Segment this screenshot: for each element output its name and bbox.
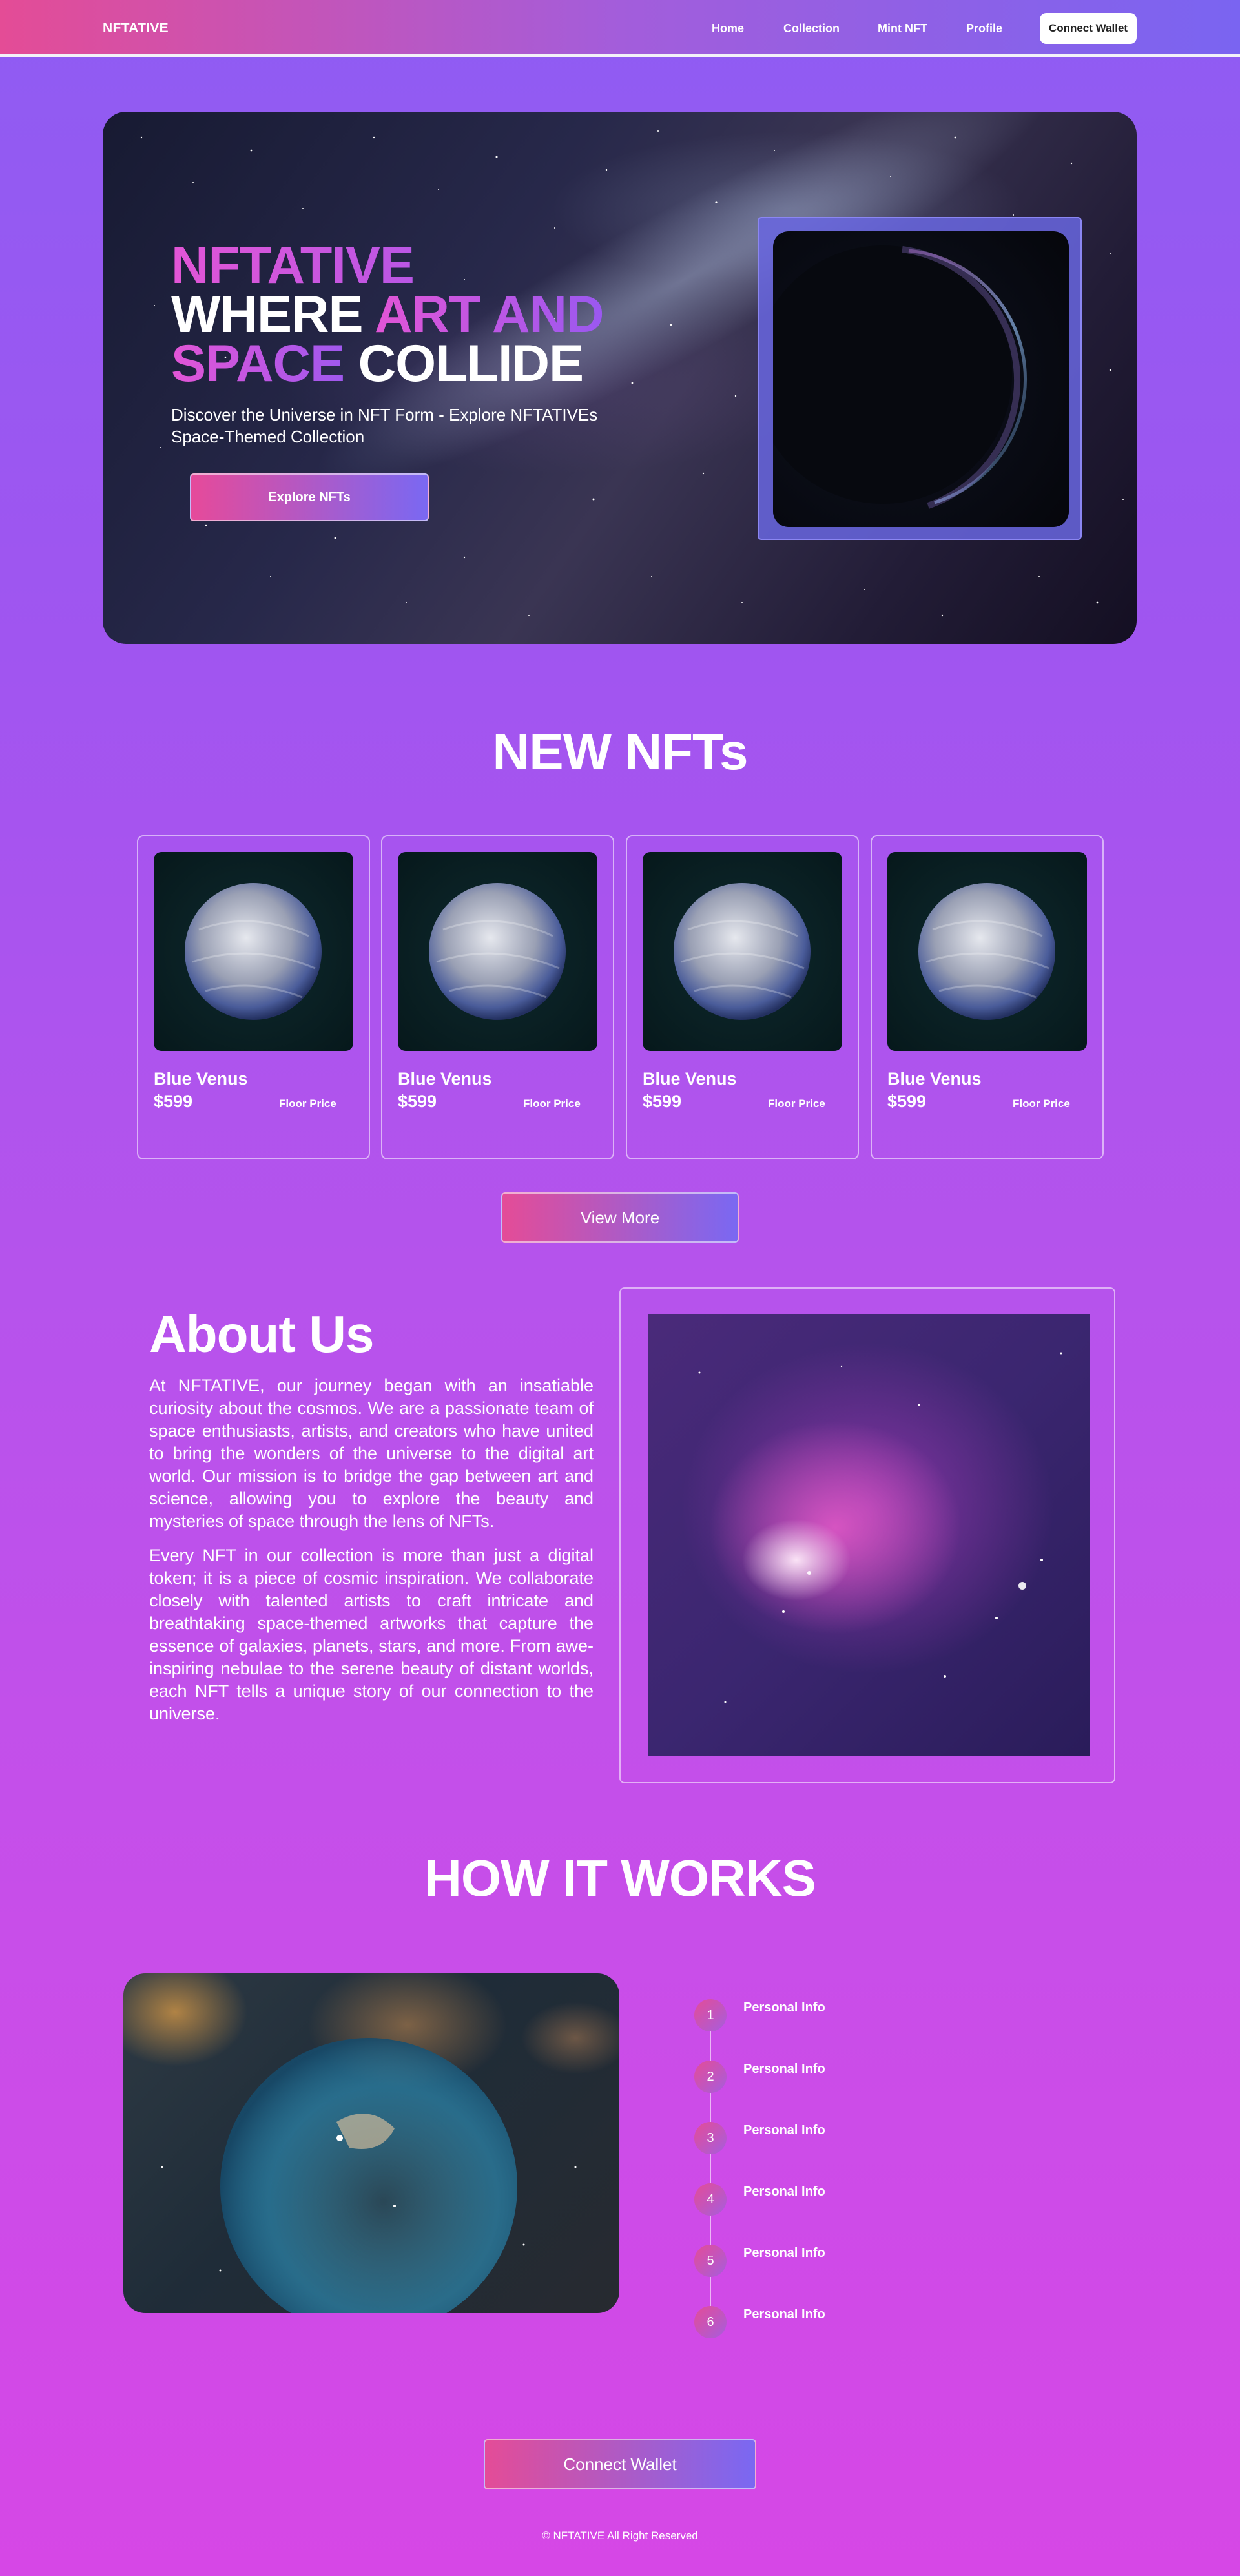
- how-it-works-title: HOW IT WORKS: [424, 1849, 816, 1907]
- hero-subtitle: Discover the Universe in NFT Form - Expl…: [171, 405, 598, 446]
- nav-link-profile[interactable]: Profile: [966, 22, 1002, 36]
- hero-title-space: SPACE: [171, 335, 358, 393]
- nft-card-price: $599: [398, 1092, 437, 1111]
- nft-card-name: Blue Venus: [887, 1069, 982, 1088]
- step-label: Personal Info: [743, 2123, 825, 2137]
- about-paragraph-2: Every NFT in our collection is more than…: [149, 1546, 594, 1723]
- nft-card[interactable]: Blue Venus $599 Floor Price: [137, 835, 370, 1159]
- hero-headline: NFTATIVE WHERE ART AND SPACE COLLIDE: [171, 240, 604, 390]
- view-more-button[interactable]: View More: [501, 1192, 739, 1243]
- nebula-image: [648, 1314, 1090, 1756]
- bubble-nebula-image: [123, 1973, 619, 2313]
- hero-banner: NFTATIVE WHERE ART AND SPACE COLLIDE Dis…: [103, 112, 1137, 644]
- step-number-badge: 2: [694, 2061, 727, 2093]
- step-label: Personal Info: [743, 2307, 825, 2322]
- step-label: Personal Info: [743, 2062, 825, 2076]
- step-label: Personal Info: [743, 2000, 825, 2015]
- step-number-badge: 6: [694, 2306, 727, 2338]
- hero-planet-image: [773, 231, 1069, 527]
- step-number-badge: 4: [694, 2183, 727, 2216]
- hero-title-collide: COLLIDE: [358, 335, 584, 393]
- about-paragraph-1: At NFTATIVE, our journey began with an i…: [149, 1376, 594, 1531]
- step-label: Personal Info: [743, 2246, 825, 2260]
- nft-card-floor-label: Floor Price: [279, 1097, 336, 1110]
- explore-nfts-button[interactable]: Explore NFTs: [190, 473, 429, 521]
- footer-copyright: © NFTATIVE All Right Reserved: [542, 2529, 698, 2542]
- nft-card-floor-label: Floor Price: [768, 1097, 825, 1110]
- top-navbar: NFTATIVE Home Collection Mint NFT Profil…: [0, 0, 1240, 57]
- hero-image-frame: [758, 217, 1082, 540]
- about-image-frame: [619, 1287, 1115, 1783]
- nav-link-mint-nft[interactable]: Mint NFT: [878, 22, 927, 36]
- step-number-badge: 1: [694, 1999, 727, 2031]
- nft-card-name: Blue Venus: [643, 1069, 737, 1088]
- nav-link-collection[interactable]: Collection: [783, 22, 840, 36]
- hero-title-line-2: WHERE ART AND: [171, 289, 604, 341]
- about-title: About Us: [149, 1305, 375, 1363]
- nft-card[interactable]: Blue Venus $599 Floor Price: [626, 835, 859, 1159]
- nft-card-name: Blue Venus: [398, 1069, 492, 1088]
- nft-card-floor-label: Floor Price: [1013, 1097, 1070, 1110]
- brand-logo[interactable]: NFTATIVE: [103, 21, 169, 36]
- nft-card-floor-label: Floor Price: [523, 1097, 581, 1110]
- nav-link-home[interactable]: Home: [712, 22, 744, 36]
- nft-card-name: Blue Venus: [154, 1069, 248, 1088]
- nft-card[interactable]: Blue Venus $599 Floor Price: [871, 835, 1104, 1159]
- nft-card-image: [154, 852, 353, 1051]
- hero-title-line-3: SPACE COLLIDE: [171, 338, 603, 390]
- hero-title-brand: NFTATIVE: [171, 240, 603, 292]
- nav-connect-wallet-button[interactable]: Connect Wallet: [1040, 13, 1137, 44]
- connect-wallet-button[interactable]: Connect Wallet: [484, 2439, 756, 2489]
- nft-card-image: [887, 852, 1087, 1051]
- nft-card-image: [643, 852, 842, 1051]
- step-label: Personal Info: [743, 2185, 825, 2199]
- nft-card-price: $599: [887, 1092, 927, 1111]
- nft-card-price: $599: [643, 1092, 682, 1111]
- nft-card-image: [398, 852, 597, 1051]
- nft-card[interactable]: Blue Venus $599 Floor Price: [381, 835, 614, 1159]
- new-nfts-title: NEW NFTs: [492, 723, 749, 780]
- step-number-badge: 3: [694, 2122, 727, 2154]
- nft-card-price: $599: [154, 1092, 193, 1111]
- step-number-badge: 5: [694, 2245, 727, 2277]
